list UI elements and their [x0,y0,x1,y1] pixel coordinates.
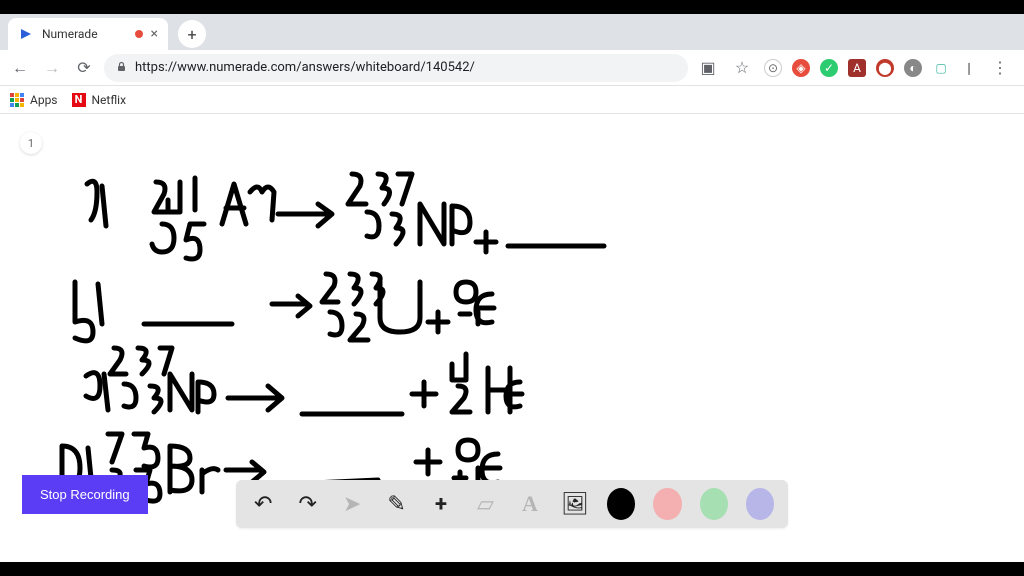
tab-close-button[interactable]: × [151,26,158,42]
netflix-icon: N [72,93,86,107]
window-bottom-bar [0,562,1024,576]
url-input[interactable]: https://www.numerade.com/answers/whitebo… [104,54,688,82]
menu-icon[interactable]: ⋮ [988,56,1012,80]
whiteboard-toolbar: ↶ ↷ ➤ ✎ + ▱ A 🖼 [236,480,788,528]
netflix-bookmark[interactable]: N Netflix [72,93,127,107]
window-top-bar [0,0,1024,14]
apps-bookmark[interactable]: Apps [10,93,58,107]
url-text: https://www.numerade.com/answers/whitebo… [135,60,475,75]
recording-indicator-icon [135,30,143,38]
extension-icons: ▣ ☆ ⊙ ◈ ✓ A ⬤ ◐ ▢ ❘ ⋮ [696,56,1016,80]
reload-button[interactable]: ⟳ [72,56,96,80]
tab-strip: Numerade × + [0,14,1024,50]
pen-tool[interactable]: ✎ [383,489,409,519]
add-tool[interactable]: + [428,489,454,519]
back-button[interactable]: ← [8,56,32,80]
netflix-label: Netflix [92,93,127,107]
forward-button[interactable]: → [40,56,64,80]
ext-icon-1[interactable]: ⊙ [764,59,782,77]
ext-icon-6[interactable]: ◐ [904,59,922,77]
image-tool[interactable]: 🖼 [561,489,589,519]
color-purple[interactable] [746,488,774,520]
ext-icon-4[interactable]: A [848,59,866,77]
redo-button[interactable]: ↷ [294,489,320,519]
eraser-tool[interactable]: ▱ [472,489,498,519]
text-tool[interactable]: A [517,489,543,519]
ext-icon-3[interactable]: ✓ [820,59,838,77]
new-tab-button[interactable]: + [178,20,206,48]
ext-icon-7[interactable]: ▢ [932,59,950,77]
page-content: 1 [0,114,1024,562]
ext-icon-2[interactable]: ◈ [792,59,810,77]
tab-favicon [18,26,34,42]
apps-label: Apps [30,93,58,107]
browser-tab[interactable]: Numerade × [8,18,168,50]
tab-title: Numerade [42,27,127,41]
color-green[interactable] [700,488,728,520]
ext-icon-8[interactable]: ❘ [960,59,978,77]
undo-button[interactable]: ↶ [250,489,276,519]
bookmarks-bar: Apps N Netflix [0,86,1024,114]
apps-icon [10,93,24,107]
bookmark-star-icon[interactable]: ☆ [730,56,754,80]
color-pink[interactable] [653,488,681,520]
address-bar: ← → ⟳ https://www.numerade.com/answers/w… [0,50,1024,86]
cast-icon[interactable]: ▣ [696,56,720,80]
lock-icon [116,61,127,75]
cursor-tool[interactable]: ➤ [339,489,365,519]
ext-icon-5[interactable]: ⬤ [876,59,894,77]
color-black[interactable] [607,488,635,520]
stop-recording-button[interactable]: Stop Recording [22,475,148,514]
